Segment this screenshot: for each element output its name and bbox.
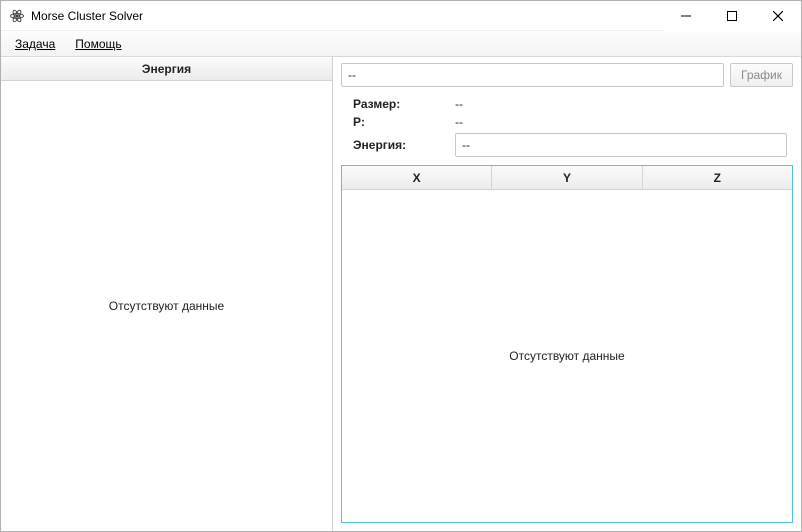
app-icon — [9, 8, 25, 24]
graph-button[interactable]: График — [730, 63, 793, 87]
size-value: -- — [455, 97, 463, 111]
menu-help[interactable]: Помощь — [65, 31, 131, 56]
energy-row: Энергия: -- — [353, 133, 787, 157]
coords-grid-header: X Y Z — [342, 166, 792, 190]
p-label: P: — [353, 115, 449, 129]
info-block: Размер: -- P: -- Энергия: -- — [341, 93, 793, 159]
coords-grid: X Y Z Отсутствуют данные — [341, 165, 793, 523]
col-y[interactable]: Y — [492, 166, 642, 189]
col-x[interactable]: X — [342, 166, 492, 189]
menubar: Задача Помощь — [1, 31, 801, 57]
energy-label: Энергия: — [353, 138, 449, 152]
path-input[interactable]: -- — [341, 63, 724, 87]
size-row: Размер: -- — [353, 97, 787, 111]
coords-grid-empty: Отсутствуют данные — [342, 190, 792, 522]
maximize-button[interactable] — [709, 1, 755, 31]
content: Энергия Отсутствуют данные -- График Раз… — [1, 57, 801, 531]
left-empty-message: Отсутствуют данные — [1, 81, 332, 531]
p-row: P: -- — [353, 115, 787, 129]
left-pane: Энергия Отсутствуют данные — [1, 57, 333, 531]
titlebar: Morse Cluster Solver — [1, 1, 801, 31]
path-input-value: -- — [348, 68, 356, 82]
size-label: Размер: — [353, 97, 449, 111]
top-row: -- График — [341, 63, 793, 87]
close-button[interactable] — [755, 1, 801, 31]
graph-button-label: График — [741, 68, 782, 82]
minimize-button[interactable] — [663, 1, 709, 31]
app-window: Morse Cluster Solver Задача Помощь Энерг… — [0, 0, 802, 532]
p-value: -- — [455, 115, 463, 129]
col-z[interactable]: Z — [643, 166, 792, 189]
right-pane: -- График Размер: -- P: -- Энергия: — [333, 57, 801, 531]
energy-input-value: -- — [462, 138, 470, 152]
left-column-header: Энергия — [1, 57, 332, 81]
menu-task[interactable]: Задача — [5, 31, 65, 56]
menu-task-label: Задача — [15, 37, 55, 51]
window-title: Morse Cluster Solver — [31, 9, 143, 23]
energy-input[interactable]: -- — [455, 133, 787, 157]
menu-help-label: Помощь — [75, 37, 121, 51]
